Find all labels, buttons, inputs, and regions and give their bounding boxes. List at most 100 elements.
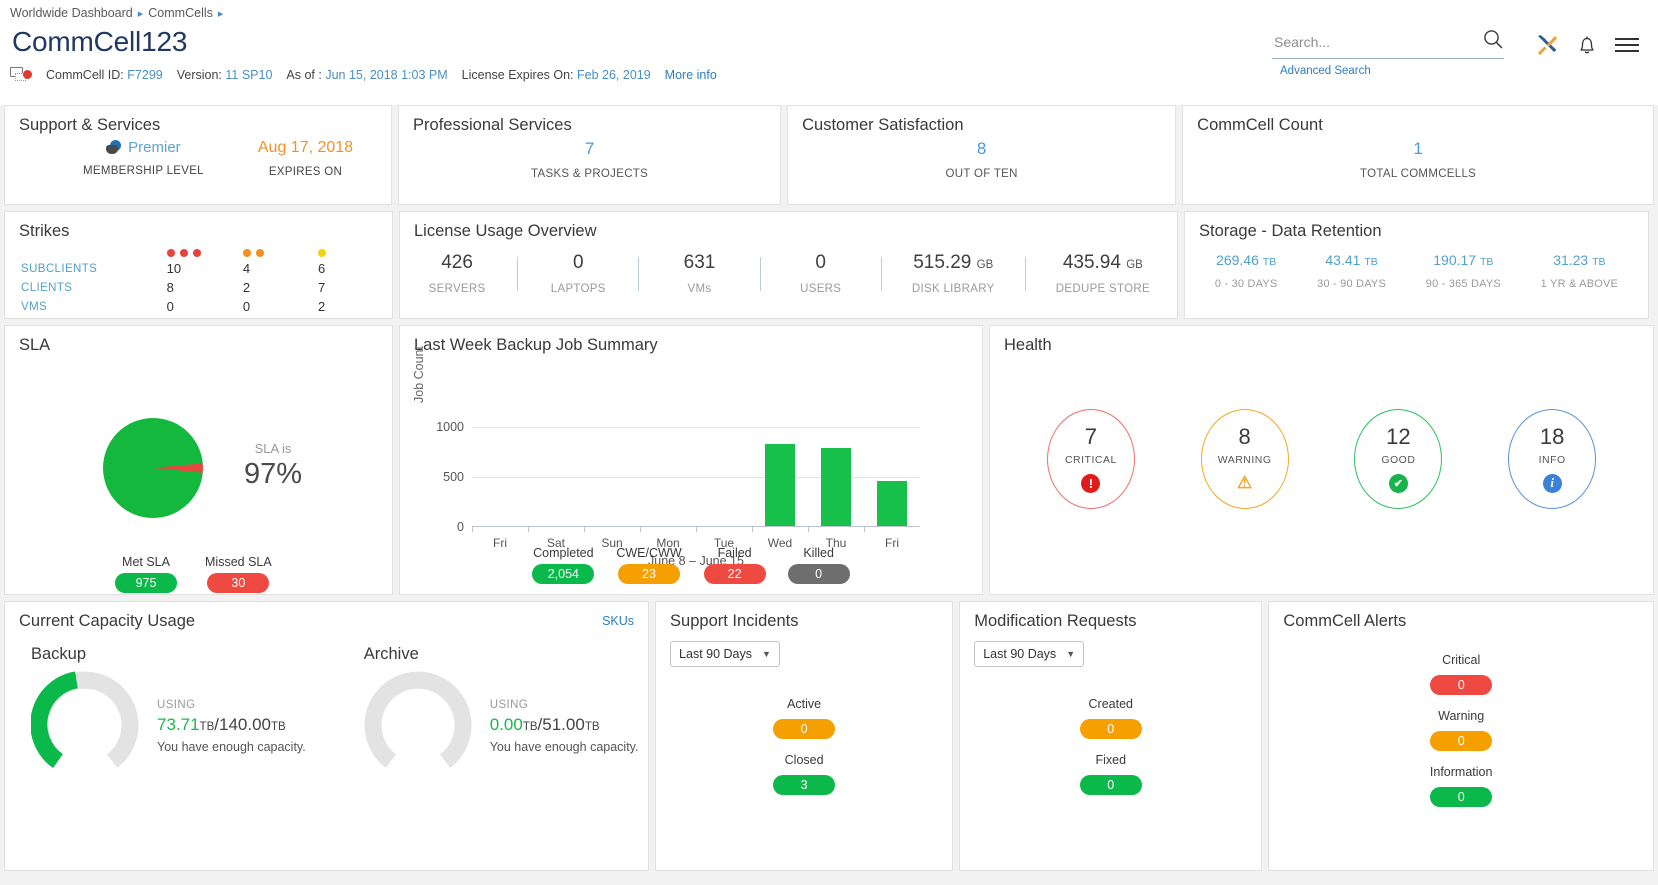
membership-level-value: Premier [128,139,181,156]
support-services-title: Support & Services [5,106,391,135]
retention-label: 30 - 90 DAYS [1317,278,1386,290]
version-value: 11 SP10 [225,68,272,82]
dashboard-page: Worldwide Dashboard ▸ CommCells ▸ CommCe… [0,0,1658,885]
health-item-info[interactable]: 18 INFO i [1508,409,1596,509]
hamburger-icon[interactable] [1610,28,1644,62]
alert-value[interactable]: 0 [1430,787,1492,807]
page-header: Worldwide Dashboard ▸ CommCells ▸ CommCe… [0,0,1658,105]
y-tick: 0 [457,520,464,534]
legend-value[interactable]: 23 [618,564,680,584]
alert-value[interactable]: 0 [1430,731,1492,751]
strikes-row-label-subclients[interactable]: SUBCLIENTS [21,260,165,277]
card-support-services: Support & Services Premier MEMBERSHIP LE… [4,105,392,205]
legend-value[interactable]: 0 [788,564,850,584]
customer-satisfaction-value[interactable]: 8 [977,139,986,159]
table-row: VMS 0 0 2 [21,298,390,315]
license-value: 0 [815,252,826,273]
bell-icon[interactable] [1570,28,1604,62]
legend-cwe-cww: CWE/CWW 23 [616,546,681,584]
dashboard-row-2: Strikes SUBCLIENTS 10 4 [4,211,1654,319]
retention-label: 1 YR & ABOVE [1541,278,1618,290]
health-item-warning[interactable]: 8 WARNING ⚠ [1201,409,1289,509]
skus-link[interactable]: SKUs [602,614,634,628]
search-box[interactable] [1272,28,1504,59]
health-item-good[interactable]: 12 GOOD ✔ [1354,409,1442,509]
breadcrumb-item-worldwide-dashboard[interactable]: Worldwide Dashboard [10,6,133,20]
modification-value[interactable]: 0 [1080,775,1142,795]
capacity-used-unit: TB [523,721,538,733]
capacity-block-name: Archive [364,645,639,664]
commcell-count-label: TOTAL COMMCELLS [1360,168,1476,180]
search-input[interactable] [1272,33,1482,51]
customer-satisfaction-label: OUT OF TEN [946,168,1018,180]
strike-dots-red [167,249,241,257]
retention-item-90-365[interactable]: 190.17 TB 90 - 365 DAYS [1426,252,1501,290]
sla-missed-value[interactable]: 30 [207,573,269,593]
bar-thu [821,448,851,526]
license-item-dedupe-store: 435.94 GB DEDUPE STORE [1056,252,1150,295]
incident-label: Closed [773,753,835,767]
incident-value[interactable]: 0 [773,719,835,739]
license-item-laptops: 0 LAPTOPS [548,252,608,295]
divider [1025,257,1026,291]
sla-met-value[interactable]: 975 [115,573,177,593]
license-value: 515.29 [913,252,971,273]
chevron-right-icon: ▸ [138,7,144,20]
divider [760,257,761,291]
card-commcell-alerts: CommCell Alerts Critical 0 Warning 0 Inf… [1268,601,1654,871]
legend-value[interactable]: 22 [704,564,766,584]
card-capacity-usage: Current Capacity Usage SKUs Backup [4,601,649,871]
modification-requests-filter-select[interactable]: Last 90 Days ▼ [974,641,1084,667]
search-icon[interactable] [1482,28,1504,55]
strikes-cell: 2 [318,298,390,315]
strikes-row-label-clients[interactable]: CLIENTS [21,279,165,296]
retention-item-0-30[interactable]: 269.46 TB 0 - 30 DAYS [1215,252,1278,290]
retention-item-1yr-above[interactable]: 31.23 TB 1 YR & ABOVE [1541,252,1618,290]
capacity-total-unit: TB [585,721,600,733]
capacity-usage-title: Current Capacity Usage [5,602,648,631]
professional-services-value[interactable]: 7 [585,139,594,159]
dashboard-row-1: Support & Services Premier MEMBERSHIP LE… [4,105,1654,205]
membership-level: Premier MEMBERSHIP LEVEL [83,139,204,178]
capacity-note: You have enough capacity. [490,740,639,754]
sla-pie-chart[interactable] [103,418,203,518]
license-label: LAPTOPS [548,283,608,295]
health-label: GOOD [1381,454,1415,466]
retention-unit: TB [1263,256,1276,268]
license-item-vms: 631 VMs [669,252,729,295]
breadcrumb-item-commcells[interactable]: CommCells [148,6,213,20]
sla-missed-label: Missed SLA [205,555,272,569]
storage-retention-title: Storage - Data Retention [1185,212,1648,241]
license-label: VMs [669,283,729,295]
commcell-count-title: CommCell Count [1183,106,1653,135]
info-icon: i [1543,474,1562,493]
more-info-link[interactable]: More info [665,68,717,82]
health-items: 7 CRITICAL ! 8 WARNING ⚠ 12 GOOD ✔ [990,359,1653,559]
commcell-id-value: F7299 [127,68,162,82]
strikes-cell: 0 [167,298,241,315]
as-of: As of : Jun 15, 2018 1:03 PM [286,68,447,82]
alert-value[interactable]: 0 [1430,675,1492,695]
archive-capacity-gauge [364,670,472,778]
backup-job-bar-chart[interactable]: Job Count 1000 500 0 [400,367,982,542]
incident-value[interactable]: 3 [773,775,835,795]
legend-value[interactable]: 2,054 [532,564,594,584]
health-item-critical[interactable]: 7 CRITICAL ! [1047,409,1135,509]
retention-item-30-90[interactable]: 43.41 TB 30 - 90 DAYS [1317,252,1386,290]
commcell-count-value[interactable]: 1 [1413,139,1422,159]
strikes-cell: 8 [167,279,241,296]
modification-fixed: Fixed 0 [1080,753,1142,795]
health-label: WARNING [1218,454,1272,466]
backup-capacity-gauge [31,670,139,778]
professional-services-label: TASKS & PROJECTS [531,168,648,180]
chevron-right-icon-2: ▸ [218,7,224,20]
support-incidents-filter-select[interactable]: Last 90 Days ▼ [670,641,780,667]
advanced-search-link[interactable]: Advanced Search [1280,65,1504,77]
card-support-incidents: Support Incidents Last 90 Days ▼ Active … [655,601,953,871]
customer-satisfaction-title: Customer Satisfaction [788,106,1175,135]
license-usage-title: License Usage Overview [400,212,1177,241]
tools-icon[interactable] [1530,28,1564,62]
warning-icon: ⚠ [1235,474,1254,493]
strikes-row-label-vms[interactable]: VMS [21,298,165,315]
modification-value[interactable]: 0 [1080,719,1142,739]
